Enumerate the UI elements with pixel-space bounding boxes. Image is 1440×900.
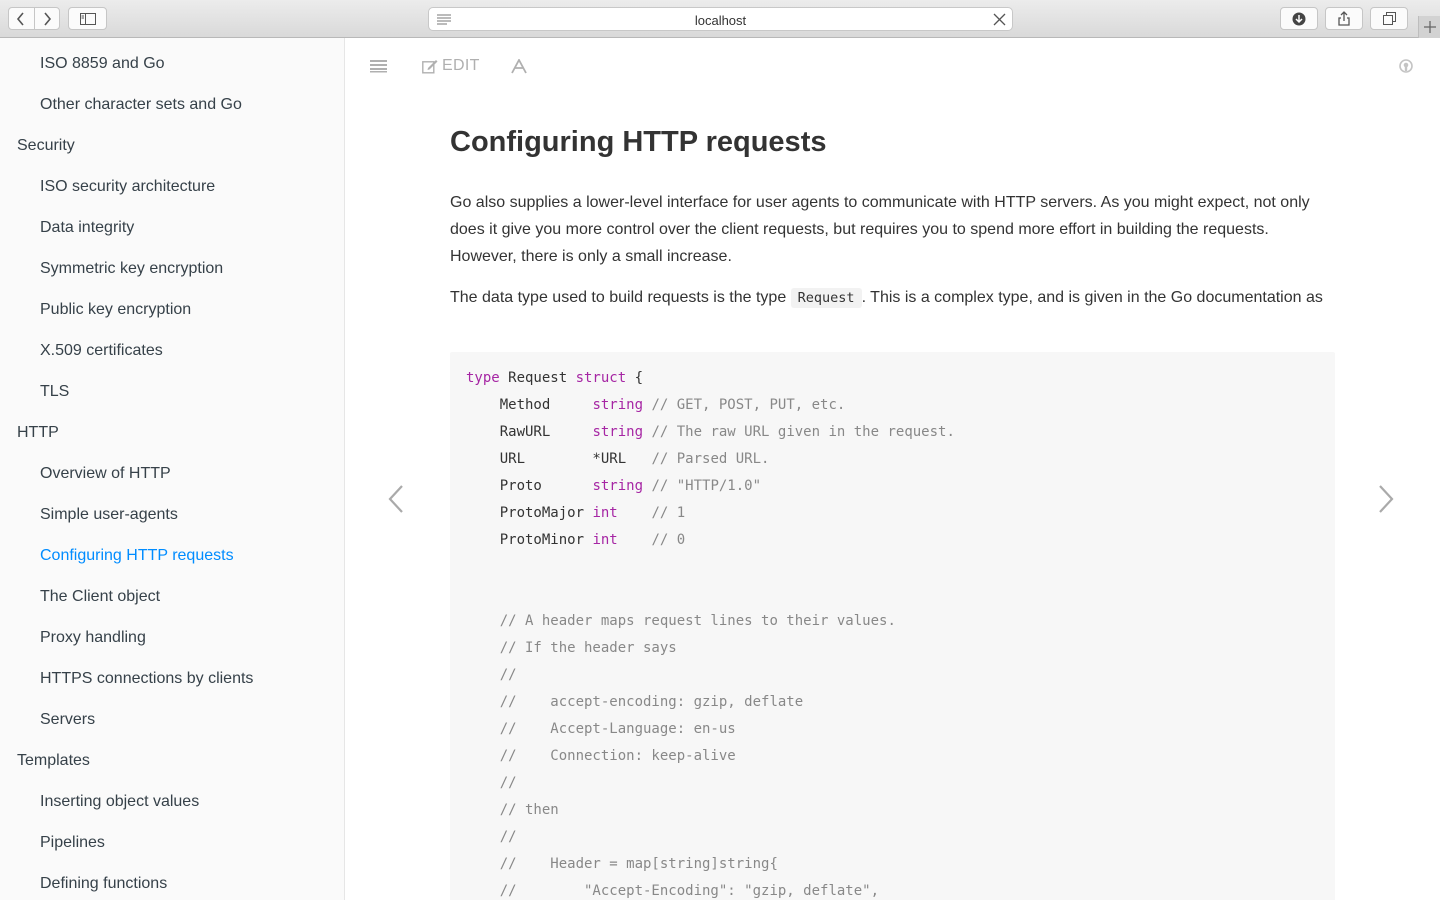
code-line: RawURL string // The raw URL given in th… (466, 424, 955, 440)
code-line: // "Accept-Encoding": "gzip, deflate", (499, 883, 880, 899)
stop-loading-icon[interactable] (993, 13, 1006, 26)
plus-icon (1423, 21, 1436, 33)
sidebar-item-tls[interactable]: TLS (40, 383, 69, 401)
chevron-right-icon (44, 11, 51, 26)
book-summary-sidebar: ISO 8859 and Go Other character sets and… (0, 38, 345, 900)
sidebar-item-public-key[interactable]: Public key encryption (40, 301, 191, 319)
code-line: // Connection: keep-alive (499, 748, 736, 764)
sidebar-item-iso-8859[interactable]: ISO 8859 and Go (40, 55, 165, 73)
sidebar-item-overview-http[interactable]: Overview of HTTP (40, 465, 171, 483)
browser-toolbar: localhost (0, 0, 1440, 38)
url-text: localhost (694, 13, 747, 28)
paragraph-text-continued: . This is a complex type, and is given i… (861, 289, 1323, 306)
code-line: // (499, 775, 517, 791)
menu-icon (370, 60, 387, 73)
github-icon (1399, 59, 1413, 73)
downloads-button[interactable] (1280, 7, 1318, 30)
code-line: // (499, 829, 517, 845)
sidebar-item-http[interactable]: HTTP (17, 424, 59, 442)
chevron-right-icon (1379, 485, 1394, 513)
sidebar-item-other-charsets[interactable]: Other character sets and Go (40, 96, 242, 114)
history-nav (8, 7, 60, 30)
sidebar-item-templates[interactable]: Templates (17, 752, 90, 770)
book-body: EDIT Configuring HTTP requests Go also s… (345, 38, 1440, 900)
new-tab-button[interactable] (1418, 16, 1440, 38)
sidebar-item-simple-user-agents[interactable]: Simple user-agents (40, 506, 178, 524)
code-line: // (499, 667, 517, 683)
page-title: Configuring HTTP requests (450, 126, 827, 158)
forward-button[interactable] (33, 8, 60, 29)
chevron-left-icon (17, 11, 24, 26)
sidebar-item-data-integrity[interactable]: Data integrity (40, 219, 134, 237)
font-icon (511, 58, 527, 73)
sidebar-item-defining-functions[interactable]: Defining functions (40, 875, 167, 893)
sidebar-item-configuring-http-requests[interactable]: Configuring HTTP requests (40, 547, 234, 565)
code-block: type Request struct { Method string // G… (450, 352, 1335, 900)
edit-button[interactable]: EDIT (422, 56, 480, 76)
tabs-overview-button[interactable] (1370, 7, 1408, 30)
code-line: // accept-encoding: gzip, deflate (499, 694, 804, 710)
code-line: ProtoMajor int // 1 (466, 505, 686, 521)
sidebar-item-proxy-handling[interactable]: Proxy handling (40, 629, 146, 647)
request-type-paragraph: The data type used to build requests is … (450, 284, 1330, 312)
github-button[interactable] (1399, 56, 1413, 76)
code-line: // A header maps request lines to their … (499, 613, 896, 629)
sidebar-item-https-connections[interactable]: HTTPS connections by clients (40, 670, 253, 688)
sidebar-item-inserting-object-values[interactable]: Inserting object values (40, 793, 199, 811)
sidebar-item-symmetric-key[interactable]: Symmetric key encryption (40, 260, 223, 278)
sidebar-item-client-object[interactable]: The Client object (40, 588, 160, 606)
tabs-icon (1382, 12, 1396, 25)
sidebar-item-servers[interactable]: Servers (40, 711, 95, 729)
edit-label: EDIT (442, 57, 480, 74)
code-line: type Request struct { (466, 370, 644, 386)
code-line: Method string // GET, POST, PUT, etc. (466, 397, 846, 413)
edit-icon (422, 59, 438, 73)
share-icon (1338, 11, 1350, 26)
sidebar-item-x509[interactable]: X.509 certificates (40, 342, 163, 360)
sidebar-icon (79, 12, 96, 25)
address-bar[interactable]: localhost (428, 7, 1013, 31)
next-page-button[interactable] (1377, 483, 1395, 520)
paragraph-text: The data type used to build requests is … (450, 289, 791, 306)
intro-paragraph: Go also supplies a lower-level interface… (450, 194, 1310, 265)
code-line: // then (499, 802, 559, 818)
sidebar-item-security[interactable]: Security (17, 137, 75, 155)
previous-page-button[interactable] (387, 483, 405, 520)
toggle-summary-button[interactable] (370, 56, 387, 76)
chevron-left-icon (388, 485, 403, 513)
code-line: // Header = map[string]string{ (499, 856, 778, 872)
sidebar-item-pipelines[interactable]: Pipelines (40, 834, 105, 852)
back-button[interactable] (9, 8, 34, 29)
code-line: URL *URL // Parsed URL. (466, 451, 770, 467)
code-line: // Accept-Language: en-us (499, 721, 736, 737)
code-line: Proto string // "HTTP/1.0" (466, 478, 762, 494)
font-settings-button[interactable] (511, 56, 527, 76)
share-button[interactable] (1325, 7, 1363, 30)
sidebar-toggle-button[interactable] (68, 7, 107, 30)
sidebar-item-iso-security[interactable]: ISO security architecture (40, 178, 215, 196)
inline-code-request: Request (790, 288, 862, 308)
download-icon (1292, 12, 1306, 25)
code-line: ProtoMinor int // 0 (466, 532, 686, 548)
code-line: // If the header says (499, 640, 677, 656)
